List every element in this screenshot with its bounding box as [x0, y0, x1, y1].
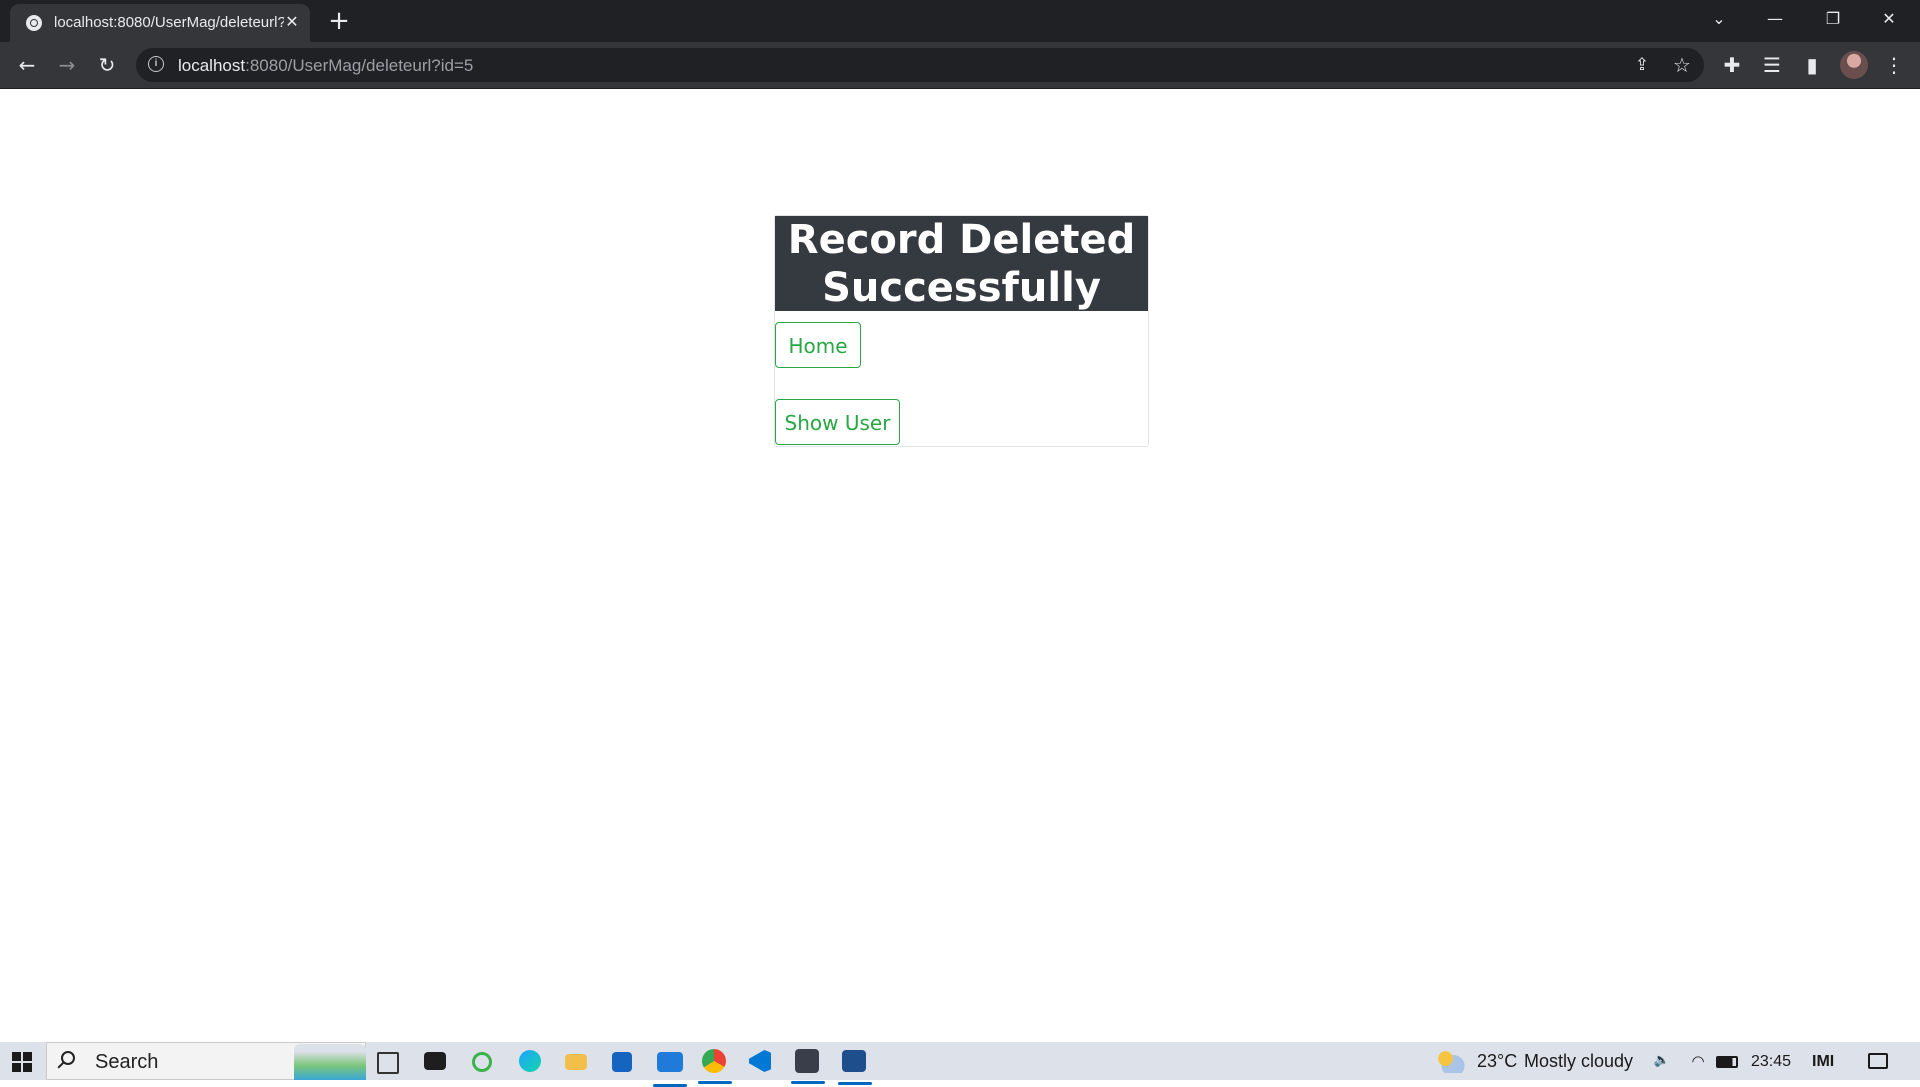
restore-button[interactable]: ❐ — [1806, 0, 1860, 38]
tab-title: localhost:8080/UserMag/deleteurl?id=5 — [54, 14, 284, 31]
reload-icon[interactable]: ↻ — [93, 51, 121, 79]
refresh-app-icon[interactable] — [472, 1052, 492, 1072]
globe-icon — [26, 15, 42, 31]
weather-description[interactable]: Mostly cloudy — [1524, 1051, 1633, 1072]
side-panel-icon[interactable]: ▮ — [1798, 51, 1826, 79]
page-title: Record Deleted Successfully — [775, 216, 1148, 311]
app-blue-icon[interactable] — [838, 1050, 872, 1085]
extensions-icon[interactable]: ✚ — [1718, 51, 1746, 79]
task-view-icon[interactable] — [377, 1052, 399, 1074]
app-settings-icon[interactable] — [791, 1049, 825, 1084]
weather-icon[interactable] — [1435, 1049, 1465, 1073]
bookmark-star-icon[interactable]: ☆ — [1668, 51, 1696, 79]
browser-toolbar: ← → ↻ i localhost:8080/UserMag/deleteurl… — [0, 42, 1920, 89]
page-title-line-2: Successfully — [822, 265, 1101, 311]
vscode-icon[interactable] — [749, 1050, 771, 1072]
browser-tab-strip: localhost:8080/UserMag/deleteurl?id=5 ✕ … — [0, 0, 1920, 42]
battery-icon[interactable] — [1716, 1056, 1738, 1068]
address-bar[interactable]: i localhost:8080/UserMag/deleteurl?id=5 … — [136, 48, 1704, 82]
tab-search-icon[interactable]: ⌄ — [1692, 0, 1746, 38]
mail-icon[interactable] — [653, 1052, 687, 1087]
weather-temperature[interactable]: 23°C — [1477, 1051, 1517, 1072]
url-host: localhost — [178, 56, 246, 75]
show-user-button[interactable]: Show User — [775, 399, 900, 445]
minimize-button[interactable]: — — [1748, 0, 1802, 38]
new-tab-button[interactable]: + — [325, 8, 353, 36]
media-controls-icon[interactable]: ☰ — [1758, 51, 1786, 79]
home-button[interactable]: Home — [775, 322, 861, 368]
taskbar: Search 23°C Mostly cloudy 🔈 ◠ 23:45 IMI — [0, 1042, 1920, 1087]
search-highlight-image — [294, 1044, 366, 1080]
volume-icon[interactable]: 🔈 — [1652, 1051, 1672, 1071]
chrome-icon[interactable] — [698, 1049, 732, 1084]
menu-icon[interactable]: ⋮ — [1880, 51, 1908, 79]
close-tab-icon[interactable]: ✕ — [282, 13, 302, 33]
file-explorer-icon[interactable] — [565, 1054, 587, 1070]
page-title-line-1: Record Deleted — [787, 217, 1136, 263]
back-icon[interactable]: ← — [13, 51, 41, 79]
terminal-icon[interactable] — [424, 1052, 446, 1070]
forward-icon[interactable]: → — [53, 51, 81, 79]
close-window-button[interactable]: ✕ — [1862, 0, 1916, 38]
microsoft-store-icon[interactable] — [612, 1052, 632, 1072]
clock[interactable]: 23:45 — [1751, 1053, 1791, 1071]
browser-tab[interactable]: localhost:8080/UserMag/deleteurl?id=5 ✕ — [10, 4, 310, 42]
search-icon — [61, 1051, 75, 1065]
search-label: Search — [95, 1051, 159, 1073]
url-path: :8080/UserMag/deleteurl?id=5 — [245, 56, 474, 75]
site-info-icon[interactable]: i — [148, 56, 164, 72]
windows-start-icon[interactable] — [12, 1052, 32, 1072]
input-indicator-icon[interactable]: IMI — [1812, 1053, 1834, 1071]
share-icon[interactable]: ⇪ — [1628, 51, 1656, 79]
url-text[interactable]: localhost:8080/UserMag/deleteurl?id=5 — [178, 56, 473, 76]
profile-avatar[interactable] — [1840, 51, 1868, 79]
status-card: Record Deleted Successfully Home Show Us… — [774, 215, 1149, 447]
edge-icon[interactable] — [519, 1050, 541, 1072]
notifications-icon[interactable] — [1868, 1053, 1888, 1069]
wifi-icon[interactable]: ◠ — [1688, 1051, 1708, 1071]
